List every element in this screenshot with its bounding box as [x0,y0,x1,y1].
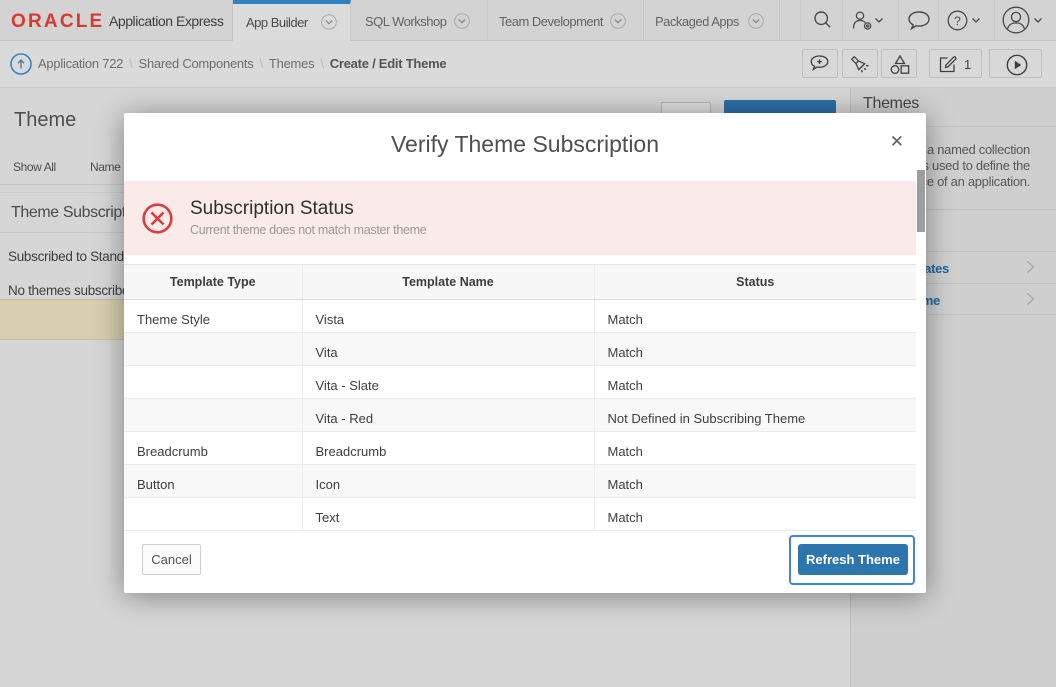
svg-text:?: ? [954,14,961,28]
